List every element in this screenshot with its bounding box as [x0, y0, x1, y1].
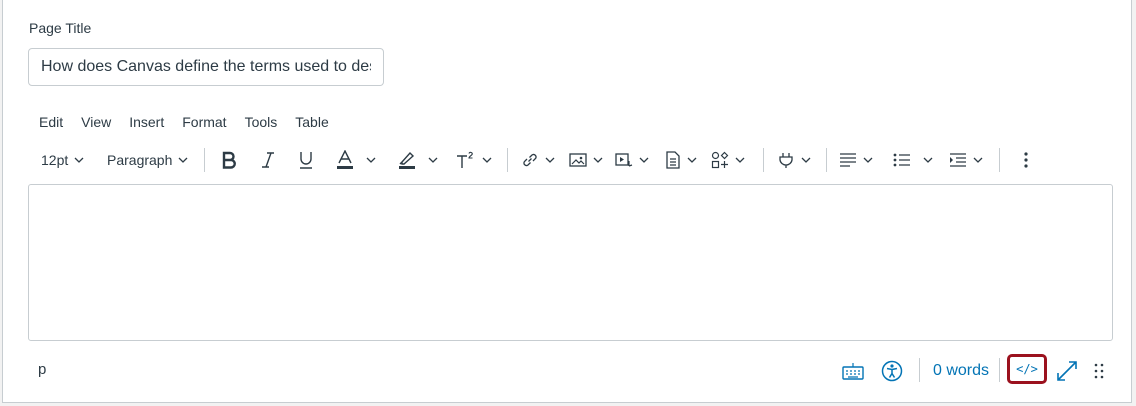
indent-icon [950, 153, 966, 167]
document-button[interactable] [665, 146, 697, 174]
editor-statusbar: p 0 words </> [28, 352, 1113, 390]
more-options-button[interactable] [1023, 146, 1029, 174]
highlight-icon [399, 151, 415, 169]
page-title-label: Page Title [29, 20, 92, 36]
editor-content-area[interactable] [28, 184, 1113, 341]
text-color-icon [337, 150, 353, 169]
chevron-down-icon [973, 157, 983, 163]
italic-button[interactable] [261, 146, 275, 174]
menu-table[interactable]: Table [283, 112, 334, 132]
menu-insert[interactable]: Insert [117, 112, 170, 132]
resize-handle[interactable] [1094, 356, 1104, 386]
link-button[interactable] [521, 146, 555, 174]
drag-handle-icon [1094, 363, 1104, 379]
list-button[interactable] [893, 146, 933, 174]
chevron-down-icon [545, 157, 555, 163]
chevron-down-icon [639, 157, 649, 163]
toolbar-divider [204, 148, 205, 172]
keyboard-shortcuts-button[interactable] [842, 356, 864, 386]
font-size-value: 12pt [41, 152, 69, 168]
chevron-down-icon [687, 157, 697, 163]
html-editor-button[interactable]: </> [1007, 354, 1047, 384]
chevron-down-icon [801, 157, 811, 163]
block-format-value: Paragraph [107, 152, 173, 168]
menu-tools[interactable]: Tools [233, 112, 284, 132]
word-count: 0 words [933, 362, 990, 379]
toolbar-divider [999, 148, 1000, 172]
bold-button[interactable] [221, 146, 237, 174]
text-color-button[interactable] [336, 146, 376, 174]
superscript-icon [457, 151, 473, 168]
media-icon [615, 153, 633, 167]
toolbar-divider [763, 148, 764, 172]
word-count-button[interactable]: 0 words [933, 356, 989, 386]
element-path[interactable]: p [38, 361, 46, 378]
menu-view[interactable]: View [69, 112, 117, 132]
accessibility-checker-button[interactable] [881, 356, 903, 386]
underline-icon [300, 152, 312, 169]
menu-edit[interactable]: Edit [27, 112, 69, 132]
chevron-down-icon [593, 157, 603, 163]
chevron-down-icon [428, 157, 438, 163]
list-icon [893, 153, 910, 167]
page-title-input[interactable] [28, 48, 384, 86]
bold-icon [222, 151, 236, 169]
italic-icon [262, 152, 274, 168]
rich-content-editor-panel: Page Title Edit View Insert Format Tools… [2, 0, 1132, 403]
accessibility-icon [881, 360, 903, 382]
toolbar-divider [826, 148, 827, 172]
chevron-down-icon [863, 157, 873, 163]
document-icon [666, 151, 680, 169]
chevron-down-icon [923, 157, 933, 163]
chevron-down-icon [178, 157, 188, 163]
more-icon [1024, 152, 1028, 168]
toolbar-divider [507, 148, 508, 172]
keyboard-icon [842, 363, 864, 380]
chevron-down-icon [482, 157, 492, 163]
image-button[interactable] [569, 146, 603, 174]
indent-button[interactable] [949, 146, 983, 174]
editor-menubar: Edit View Insert Format Tools Table [27, 112, 335, 132]
lti-tools-button[interactable] [777, 146, 811, 174]
statusbar-divider [919, 358, 920, 382]
menu-format[interactable]: Format [170, 112, 232, 132]
align-button[interactable] [839, 146, 873, 174]
statusbar-divider [999, 358, 1000, 382]
highlight-color-button[interactable] [398, 146, 438, 174]
underline-button[interactable] [298, 146, 314, 174]
font-size-dropdown[interactable]: 12pt [41, 146, 84, 174]
apps-icon [711, 151, 729, 169]
media-button[interactable] [615, 146, 649, 174]
apps-button[interactable] [711, 146, 745, 174]
expand-icon [1057, 361, 1077, 381]
superscript-button[interactable] [456, 146, 492, 174]
fullscreen-button[interactable] [1056, 356, 1078, 386]
link-icon [523, 153, 537, 167]
block-format-dropdown[interactable]: Paragraph [107, 146, 188, 174]
chevron-down-icon [74, 157, 84, 163]
align-icon [840, 153, 856, 167]
plug-icon [779, 153, 793, 168]
chevron-down-icon [735, 157, 745, 163]
chevron-down-icon [366, 157, 376, 163]
editor-toolbar: 12pt Paragraph [27, 146, 1117, 174]
image-icon [569, 153, 587, 167]
